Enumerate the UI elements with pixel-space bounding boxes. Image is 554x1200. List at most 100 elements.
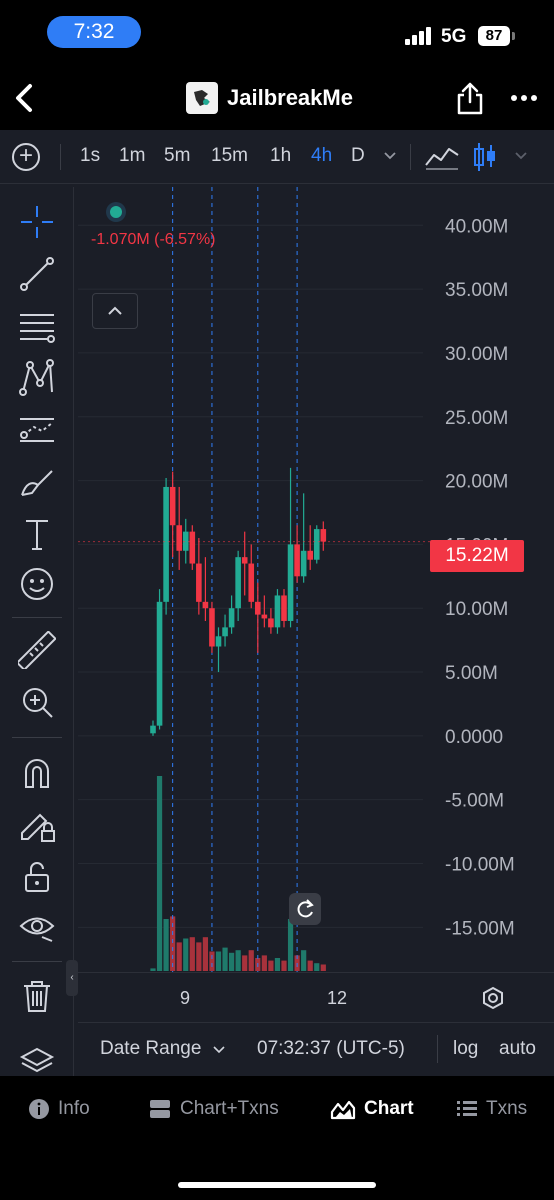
trend-line-icon[interactable] [18,255,56,293]
date-range-label: Date Range [100,1038,202,1059]
timeframe-15m[interactable]: 15m [211,145,248,167]
forecast-icon[interactable] [18,411,56,449]
volume-bar [215,951,222,971]
y-axis-label: 10.00M [445,599,508,620]
range-divider [437,1035,438,1063]
timeframe-1s[interactable]: 1s [80,145,100,167]
candle-body [261,614,268,619]
volume-bar [176,942,182,971]
volume-bar [222,947,228,971]
app-title: JailbreakMe [227,85,353,110]
tab-label: Chart [364,1098,414,1120]
candle-body [169,486,176,526]
app-logo-icon [186,82,218,114]
eye-icon[interactable] [18,907,56,945]
y-axis-label: 40.00M [445,216,508,237]
timeframe-1h[interactable]: 1h [270,145,291,167]
crosshair-icon[interactable] [18,203,56,241]
timeframe-1m[interactable]: 1m [119,145,145,167]
candlestick-icon[interactable] [473,141,497,173]
date-range-button[interactable]: Date Range [100,1038,225,1060]
volume-bar [189,937,195,971]
volume-bar [274,958,281,971]
timeframe-toolbar: + 1s 1m 5m 15m 1h 4h D [0,130,554,184]
tab-chart[interactable]: Chart [330,1098,414,1122]
log-toggle[interactable]: log [453,1038,478,1060]
axis-settings-icon[interactable] [478,983,508,1013]
current-price-label: 15.22M [430,540,524,572]
volume-bar [229,952,235,971]
candle-body [281,595,287,621]
y-axis-label: 5.00M [445,663,498,684]
fib-lines-icon[interactable] [18,307,56,345]
chevron-up-icon[interactable] [92,293,138,329]
y-axis-label: -10.00M [445,855,515,876]
price-chart[interactable]: 40.00M35.00M30.00M25.00M20.00M15.00M10.0… [78,187,554,972]
reset-chart-icon[interactable] [289,893,321,925]
volume-bar [314,963,320,971]
tools-collapse-handle[interactable]: ‹ [66,960,78,996]
candle-body [176,525,182,551]
status-dot [106,202,126,222]
ruler-icon[interactable] [15,630,57,672]
candle-body [268,618,274,628]
price-change: -1.070M (-6.57%) [91,231,216,248]
candle-body [215,636,222,647]
chevron-down-icon [213,1046,225,1054]
back-chevron-icon[interactable] [10,80,40,116]
timeframe-d[interactable]: D [351,145,365,167]
x-axis-label: 9 [180,988,191,1008]
candle-body [287,544,294,621]
tab-chart-txns[interactable]: Chart+Txns [148,1098,279,1122]
volume-bar [301,950,307,971]
volume-bar [287,919,294,971]
share-icon[interactable] [454,80,486,116]
trash-icon[interactable] [18,977,56,1015]
y-axis-label: 20.00M [445,472,508,493]
zoom-in-icon[interactable] [18,683,56,721]
chevron-down-icon[interactable] [383,144,397,173]
tab-info[interactable]: Info [28,1098,90,1122]
lock-draw-icon[interactable] [18,805,56,843]
candle-body [274,595,281,628]
list-icon [457,1100,477,1116]
candle-body [313,529,320,560]
battery-icon: 87 [478,26,510,46]
tab-label: Chart+Txns [180,1098,279,1120]
volume-bar [242,955,248,971]
add-icon[interactable]: + [12,143,40,171]
text-icon[interactable] [18,515,56,553]
volume-bar [261,955,267,971]
candle-body [150,725,156,734]
timeframe-5m[interactable]: 5m [164,145,190,167]
nav-bar: JailbreakMe [0,66,554,130]
volume-bar [202,937,208,971]
chevron-down-icon[interactable] [514,144,528,173]
range-bar: Date Range 07:32:37 (UTC-5) log auto [78,1022,554,1074]
toolbar-divider [60,144,61,170]
magnet-icon[interactable] [18,753,56,791]
tab-txns[interactable]: Txns [456,1098,527,1122]
volume-bar [248,950,254,971]
candle-body [300,550,307,577]
auto-toggle[interactable]: auto [499,1038,536,1060]
candle-body [209,608,215,647]
clock-readout[interactable]: 07:32:37 (UTC-5) [257,1038,405,1060]
brush-icon[interactable] [18,463,56,501]
emoji-icon[interactable] [18,565,56,603]
timeframe-4h[interactable]: 4h [311,145,332,167]
more-icon[interactable] [508,80,540,116]
volume-bar [235,950,241,971]
line-chart-icon[interactable] [424,143,460,171]
home-indicator [178,1182,376,1188]
volume-bar [156,776,163,971]
candle-body [241,557,248,564]
pattern-icon[interactable] [18,359,56,397]
time-axis[interactable]: 9 12 [78,972,554,1022]
bottom-tab-bar: Info Chart+Txns Chart Txns [0,1076,554,1200]
chart-area[interactable]: 40.00M35.00M30.00M25.00M20.00M15.00M10.0… [78,187,554,972]
candle-body [320,529,327,542]
unlock-icon[interactable] [18,857,56,895]
tab-label: Txns [486,1098,528,1119]
candle-body [156,601,163,726]
